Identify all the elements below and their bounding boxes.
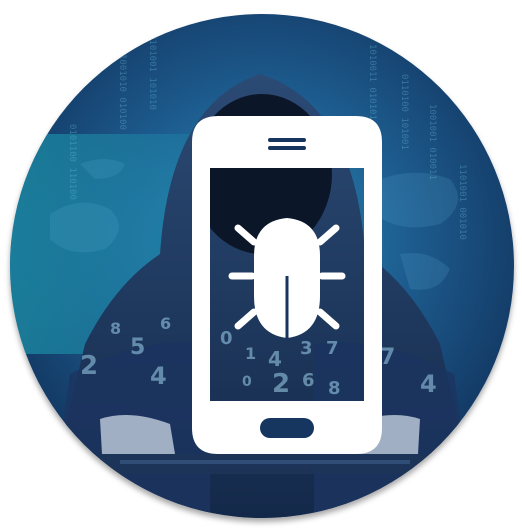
svg-text:0110100 101001: 0110100 101001 xyxy=(399,74,409,150)
svg-text:0101001 101010: 0101001 101010 xyxy=(147,34,157,110)
svg-text:2: 2 xyxy=(80,351,98,381)
icon-canvas: 1001010 010100 0101001 101010 1010011 01… xyxy=(0,0,522,532)
speaker-slot xyxy=(268,138,306,142)
bug-icon xyxy=(228,218,346,338)
smartphone-icon xyxy=(192,116,382,454)
svg-text:1001010 010100: 1001010 010100 xyxy=(117,54,127,130)
svg-text:6: 6 xyxy=(160,314,171,333)
svg-text:7: 7 xyxy=(380,345,395,370)
svg-text:1101001 001010: 1101001 001010 xyxy=(457,164,467,240)
svg-text:4: 4 xyxy=(420,370,437,398)
svg-text:1010011 010101: 1010011 010101 xyxy=(367,44,377,120)
keyboard xyxy=(100,454,430,474)
svg-text:4: 4 xyxy=(150,362,167,390)
circular-badge: 1001010 010100 0101001 101010 1010011 01… xyxy=(10,14,514,518)
svg-text:1001001 010011: 1001001 010011 xyxy=(427,104,437,180)
svg-text:0101100 110100: 0101100 110100 xyxy=(67,124,77,200)
home-button-icon xyxy=(260,418,314,438)
svg-text:8: 8 xyxy=(110,319,121,338)
svg-text:5: 5 xyxy=(130,335,145,360)
